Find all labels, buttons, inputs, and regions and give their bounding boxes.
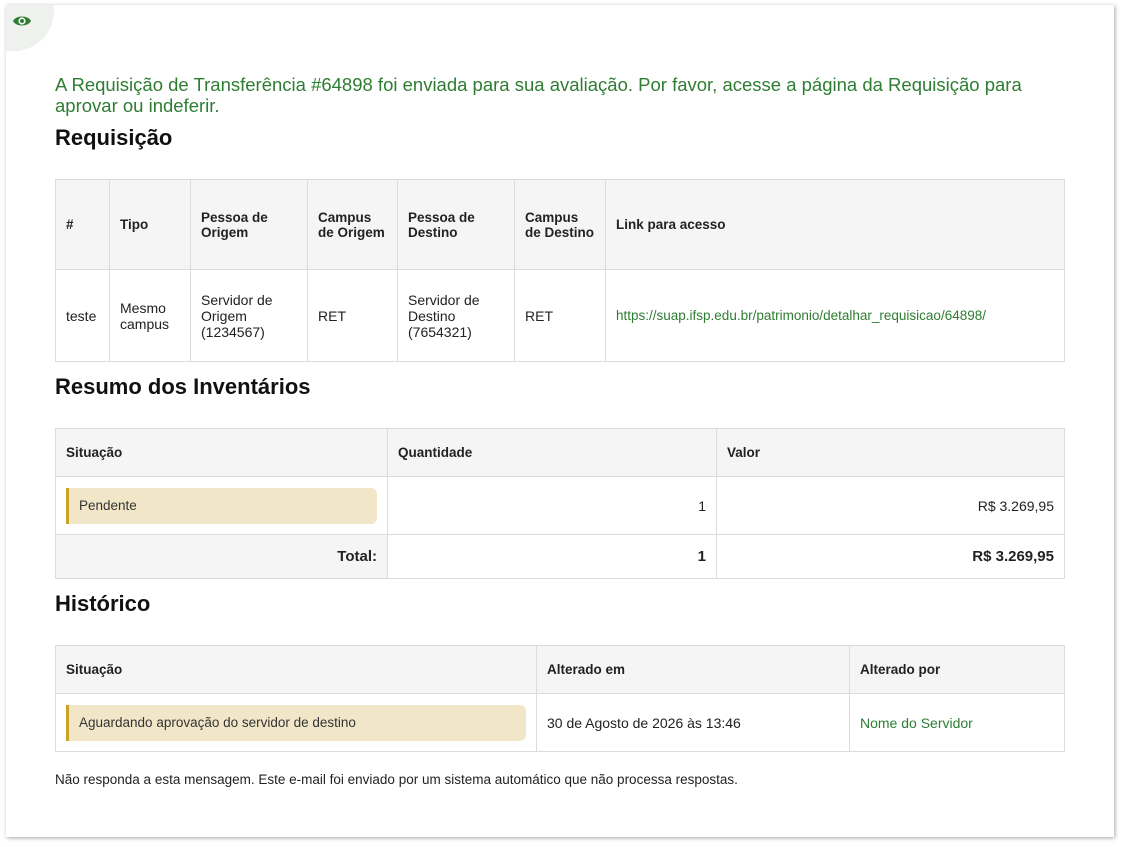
requisicao-link-cell: https://suap.ifsp.edu.br/patrimonio/deta… bbox=[605, 269, 1065, 362]
col-header-alterado-por: Alterado por bbox=[849, 645, 1065, 694]
table-row: Aguardando aprovação do servidor de dest… bbox=[55, 693, 1065, 752]
historico-situacao-cell: Aguardando aprovação do servidor de dest… bbox=[55, 693, 537, 752]
alterado-por-link[interactable]: Nome do Servidor bbox=[860, 715, 973, 731]
historico-header-row: Situação Alterado em Alterado por bbox=[55, 645, 1065, 694]
requisicao-campus-origem: RET bbox=[307, 269, 398, 362]
historico-alterado-por-cell: Nome do Servidor bbox=[849, 693, 1065, 752]
footer-note: Não responda a esta mensagem. Este e-mai… bbox=[55, 772, 738, 787]
requisicao-tipo: Mesmo campus bbox=[109, 269, 191, 362]
col-header-situacao: Situação bbox=[55, 428, 388, 477]
intro-message: A Requisição de Transferência #64898 foi… bbox=[55, 74, 1022, 116]
col-header-tipo: Tipo bbox=[109, 179, 191, 270]
total-valor: R$ 3.269,95 bbox=[716, 534, 1065, 579]
col-header-situacao: Situação bbox=[55, 645, 537, 694]
requisicao-header-row: # Tipo Pessoa de Origem Campus de Origem… bbox=[55, 179, 1065, 270]
col-header-campus-origem: Campus de Origem bbox=[307, 179, 398, 270]
table-row: teste Mesmo campus Servidor de Origem (1… bbox=[55, 269, 1065, 362]
email-card: A Requisição de Transferência #64898 foi… bbox=[6, 5, 1114, 837]
resumo-situacao-cell: Pendente bbox=[55, 476, 388, 535]
table-row: Pendente 1 R$ 3.269,95 bbox=[55, 476, 1065, 535]
requisicao-campus-destino: RET bbox=[514, 269, 606, 362]
total-row: Total: 1 R$ 3.269,95 bbox=[55, 534, 1065, 579]
resumo-title: Resumo dos Inventários bbox=[55, 374, 311, 399]
status-badge: Aguardando aprovação do servidor de dest… bbox=[66, 704, 526, 741]
col-header-alterado-em: Alterado em bbox=[536, 645, 850, 694]
resumo-table: Situação Quantidade Valor Pendente 1 R$ … bbox=[55, 428, 1065, 579]
col-header-quantidade: Quantidade bbox=[387, 428, 717, 477]
eye-badge bbox=[6, 5, 54, 51]
requisicao-pessoa-destino: Servidor de Destino (7654321) bbox=[397, 269, 515, 362]
col-header-pessoa-origem: Pessoa de Origem bbox=[190, 179, 308, 270]
resumo-valor: R$ 3.269,95 bbox=[716, 476, 1065, 535]
historico-title: Histórico bbox=[55, 591, 151, 616]
col-header-id: # bbox=[55, 179, 110, 270]
total-quantidade: 1 bbox=[387, 534, 717, 579]
historico-alterado-em: 30 de Agosto de 2026 às 13:46 bbox=[536, 693, 850, 752]
resumo-header-row: Situação Quantidade Valor bbox=[55, 428, 1065, 477]
requisicao-link[interactable]: https://suap.ifsp.edu.br/patrimonio/deta… bbox=[616, 308, 986, 323]
col-header-valor: Valor bbox=[716, 428, 1065, 477]
col-header-link: Link para acesso bbox=[605, 179, 1065, 270]
requisicao-table: # Tipo Pessoa de Origem Campus de Origem… bbox=[55, 179, 1065, 362]
requisicao-pessoa-origem: Servidor de Origem (1234567) bbox=[190, 269, 308, 362]
requisicao-id: teste bbox=[55, 269, 110, 362]
total-label: Total: bbox=[55, 534, 388, 579]
eye-icon bbox=[13, 16, 31, 26]
col-header-campus-destino: Campus de Destino bbox=[514, 179, 606, 270]
requisicao-title: Requisição bbox=[55, 125, 173, 150]
historico-table: Situação Alterado em Alterado por Aguard… bbox=[55, 645, 1065, 752]
status-badge: Pendente bbox=[66, 487, 377, 524]
resumo-quantidade: 1 bbox=[387, 476, 717, 535]
col-header-pessoa-destino: Pessoa de Destino bbox=[397, 179, 515, 270]
